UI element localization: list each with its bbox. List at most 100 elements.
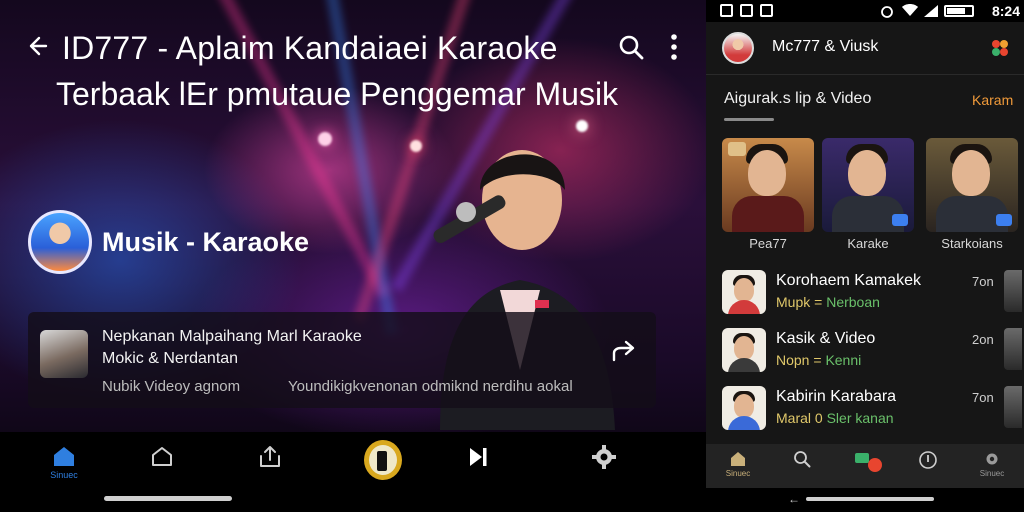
right-panel: 8:24 Mc777 & Viusk Aigurak.s lip & Video… <box>706 0 1024 512</box>
divider <box>706 74 1024 75</box>
thumb-figure-face <box>734 394 754 418</box>
gesture-bar[interactable] <box>806 497 934 501</box>
wifi-icon <box>902 4 918 16</box>
stage-light <box>318 132 332 146</box>
list-item-subtitle: Mupk = Nerboan <box>776 294 880 310</box>
list-item[interactable]: Kabirin Karabara Maral 0 Sler kanan 7on <box>722 386 1022 434</box>
thumb-figure-body <box>728 300 760 314</box>
settings-gear-icon <box>986 453 998 465</box>
thumb-figure-face <box>734 336 754 360</box>
now-playing-artist: Mokic & Nerdantan <box>102 350 239 367</box>
back-arrow-icon[interactable] <box>24 34 48 58</box>
list-item-thumbnail <box>722 328 766 372</box>
skip-next-icon <box>470 448 487 466</box>
status-app-icon <box>740 4 753 17</box>
play-pause-button[interactable] <box>364 440 402 480</box>
page-title: ID777 - Aplaim Kandaiaei Karaoke <box>62 30 558 66</box>
nav-settings-label: Sinuec <box>979 469 1005 478</box>
thumb-figure-face <box>848 150 886 196</box>
thumb-figure-face <box>748 150 786 196</box>
status-app-icon <box>720 4 733 17</box>
search-icon[interactable] <box>618 34 644 60</box>
status-bar: 8:24 <box>706 0 1024 22</box>
video-thumbnail-label: Karake <box>847 236 889 251</box>
share-icon[interactable] <box>610 340 638 364</box>
bottom-navigation: Sinuec Sinuec <box>706 444 1024 488</box>
upload-icon <box>260 446 280 467</box>
system-back-icon[interactable]: ← <box>788 492 800 506</box>
list-item-channel: Nerboan <box>826 294 880 310</box>
list-item-channel: Kenni <box>825 352 862 368</box>
list-item-tag: Maral <box>776 410 812 426</box>
list-item-tag: Mupk <box>776 294 811 310</box>
home-icon <box>731 452 745 466</box>
list-item[interactable]: Korohaem Kamakek Mupk = Nerboan 7on <box>722 270 1022 318</box>
list-item-thumbnail <box>722 270 766 314</box>
list-item-title: Korohaem Kamakek <box>776 272 921 289</box>
info-icon <box>919 451 937 469</box>
profile-avatar[interactable] <box>722 32 754 64</box>
list-item-subtitle: Nopn = Kenni <box>776 352 861 368</box>
thumb-figure-body <box>728 358 760 372</box>
status-time: 8:24 <box>991 3 1020 19</box>
list-item-title: Kasik & Video <box>776 330 876 347</box>
thumb-figure-body <box>728 416 760 430</box>
battery-icon <box>944 5 974 17</box>
video-thumbnail-label: Starkoians <box>941 236 1003 251</box>
video-thumbnail[interactable] <box>926 138 1018 232</box>
list-item-thumbnail <box>722 386 766 430</box>
more-vertical-icon[interactable] <box>664 32 684 62</box>
list-item-separator: = <box>814 294 823 310</box>
signal-icon <box>924 5 938 17</box>
now-playing-description: Youndikigkvenonan odmiknd nerdihu aokal <box>288 378 573 395</box>
nav-home-outline[interactable] <box>142 444 182 484</box>
thumb-figure-body <box>732 196 804 232</box>
nav-upload[interactable] <box>250 444 290 484</box>
home-outline-icon <box>152 447 172 466</box>
thumb-figure-face <box>734 278 754 302</box>
list-item-preview <box>1004 328 1022 370</box>
nav-settings[interactable]: Sinuec <box>972 450 1012 484</box>
now-playing-thumbnail <box>40 330 88 378</box>
nav-home-label: Sinuec <box>50 470 78 480</box>
nav-home[interactable]: Sinuec <box>44 444 84 484</box>
video-thumbnail[interactable] <box>822 138 914 232</box>
list-item-time: 7on <box>972 274 994 289</box>
system-gesture-area: ← <box>706 488 1024 512</box>
nav-skip-next[interactable] <box>458 444 498 484</box>
section-more-link[interactable]: Karam <box>972 92 1013 108</box>
gesture-bar[interactable] <box>104 496 232 501</box>
now-playing-card[interactable]: Nepkanan Malpaihang Marl Karaoke Mokic &… <box>28 312 656 408</box>
search-icon <box>794 451 811 468</box>
thumb-badge <box>996 214 1012 226</box>
thumb-badge <box>728 142 746 156</box>
alarm-icon <box>881 6 893 18</box>
list-item-time: 7on <box>972 390 994 405</box>
section-tab-indicator <box>724 118 774 121</box>
now-playing-title: Nepkanan Malpaihang Marl Karaoke <box>102 328 362 345</box>
nav-info[interactable] <box>908 450 948 484</box>
list-item-separator: 0 <box>814 410 823 426</box>
artist-name: Musik - Karaoke <box>102 226 310 257</box>
settings-gear-icon <box>592 445 616 469</box>
nav-home[interactable]: Sinuec <box>718 450 758 484</box>
thumb-badge <box>892 214 908 226</box>
apps-icon[interactable] <box>990 38 1010 58</box>
nav-settings[interactable] <box>584 444 624 484</box>
video-thumbnail-label: Pea77 <box>749 236 787 251</box>
artist-row[interactable]: Musik - Karaoke <box>28 210 309 274</box>
status-app-icon <box>760 4 773 17</box>
video-thumbnail[interactable] <box>722 138 814 232</box>
list-item-channel: Sler kanan <box>826 410 894 426</box>
section-title: Aigurak.s lip & Video <box>724 90 872 107</box>
list-item-preview <box>1004 270 1022 312</box>
list-item[interactable]: Kasik & Video Nopn = Kenni 2on <box>722 328 1022 376</box>
home-icon <box>54 447 74 466</box>
page-subtitle: Terbaak lEr pmutaue Penggemar Musik <box>56 76 619 112</box>
list-item-title: Kabirin Karabara <box>776 388 897 405</box>
nav-home-label: Sinuec <box>725 469 751 478</box>
nav-search[interactable] <box>782 450 822 484</box>
app-header: Mc777 & Viusk <box>706 22 1024 74</box>
artist-avatar[interactable] <box>28 210 92 274</box>
now-playing-meta: Nubik Videoy agnom <box>102 378 241 395</box>
